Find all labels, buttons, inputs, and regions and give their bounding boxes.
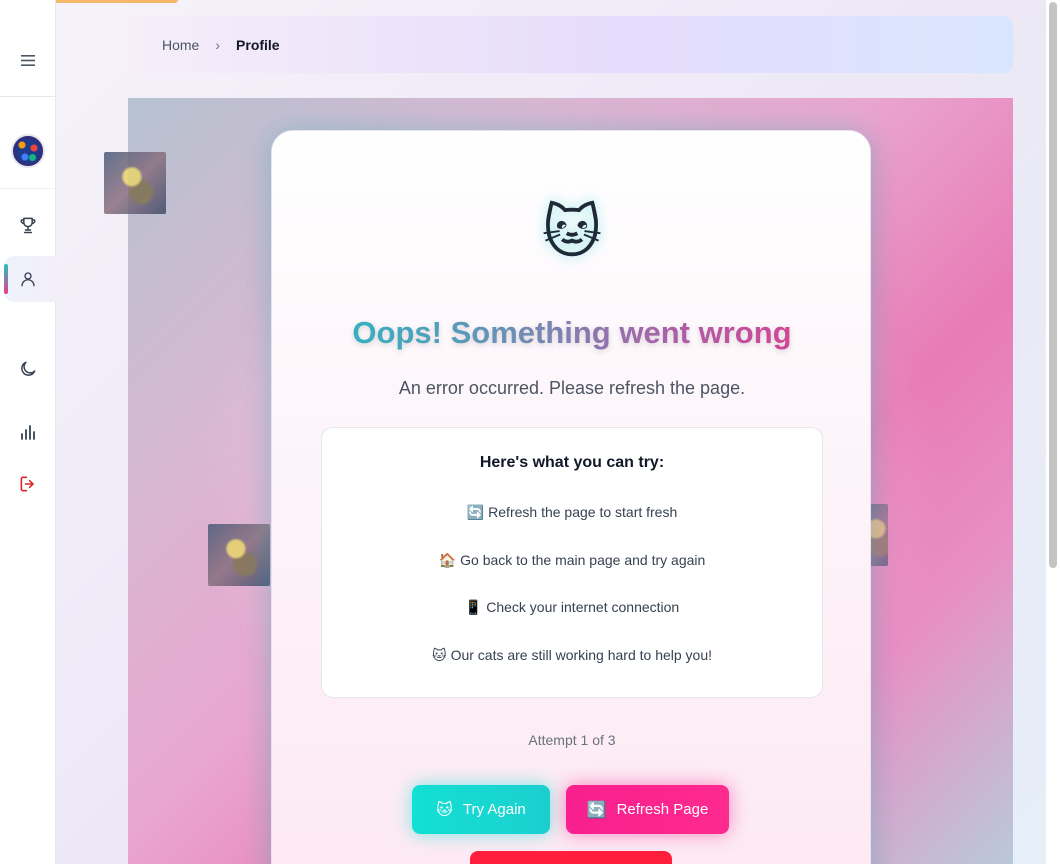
breadcrumb-current: Profile — [236, 36, 280, 53]
attempt-counter: Attempt 1 of 3 — [528, 732, 616, 748]
breadcrumb: Home › Profile — [128, 16, 1013, 73]
menu-toggle-button[interactable] — [0, 34, 55, 86]
error-card: 🐱 Oops! Something went wrong An error oc… — [271, 130, 871, 864]
refresh-page-button[interactable]: 🔄 Refresh Page — [566, 785, 729, 834]
tips-heading: Here's what you can try: — [479, 454, 665, 471]
error-title: Oops! Something went wrong — [272, 313, 872, 353]
refresh-page-label: Refresh Page — [616, 801, 709, 818]
cat-emoji-icon: 🐱 — [541, 198, 603, 266]
tips-box: Here's what you can try: 🔄 Refresh the pa… — [321, 427, 823, 698]
avatar[interactable] — [11, 134, 45, 168]
trophy-icon — [19, 217, 36, 234]
tip-text: Go back to the main page and try again — [460, 552, 706, 568]
phone-emoji-icon: 📱 — [464, 600, 483, 616]
theme-toggle-button[interactable] — [0, 346, 55, 392]
floating-cat-image — [104, 152, 166, 214]
tip-item: 🔄 Refresh the page to start fresh — [322, 502, 822, 523]
cat-emoji-icon: 🐱 — [431, 648, 447, 664]
sidebar-item-achievements[interactable] — [0, 202, 55, 248]
tip-text: Our cats are still working hard to help … — [450, 647, 713, 663]
bar-chart-icon — [20, 425, 35, 440]
sidebar-item-stats[interactable] — [0, 409, 55, 455]
logout-button[interactable] — [0, 461, 55, 507]
refresh-emoji-icon: 🔄 — [586, 800, 607, 819]
tip-text: Refresh the page to start fresh — [488, 504, 678, 520]
try-again-label: Try Again — [462, 801, 526, 818]
sidebar-divider — [0, 96, 55, 97]
user-icon — [20, 272, 35, 287]
scrollbar-thumb[interactable] — [1049, 2, 1057, 568]
tip-item: 🐱 Our cats are still working hard to help… — [322, 645, 822, 666]
page-scrollbar[interactable] — [1046, 0, 1060, 864]
breadcrumb-home-link[interactable]: Home — [162, 37, 199, 53]
cat-emoji-icon: 🐱 — [436, 800, 453, 819]
house-emoji-icon: 🏠 — [438, 553, 457, 569]
moon-icon — [20, 361, 35, 376]
tip-item: 📱 Check your internet connection — [322, 597, 822, 618]
sidebar-item-profile[interactable] — [0, 256, 55, 302]
try-again-button[interactable]: 🐱 Try Again — [412, 785, 550, 834]
third-action-button[interactable] — [470, 851, 672, 864]
logout-icon — [20, 476, 34, 492]
breadcrumb-separator: › — [215, 36, 221, 53]
error-message: An error occurred. Please refresh the pa… — [398, 378, 746, 398]
floating-cat-image — [208, 524, 270, 586]
sidebar — [0, 0, 56, 864]
menu-icon — [20, 54, 35, 66]
sidebar-divider — [0, 188, 55, 189]
tip-text: Check your internet connection — [486, 599, 680, 615]
refresh-emoji-icon: 🔄 — [466, 505, 485, 521]
tip-item: 🏠 Go back to the main page and try again — [322, 550, 822, 571]
